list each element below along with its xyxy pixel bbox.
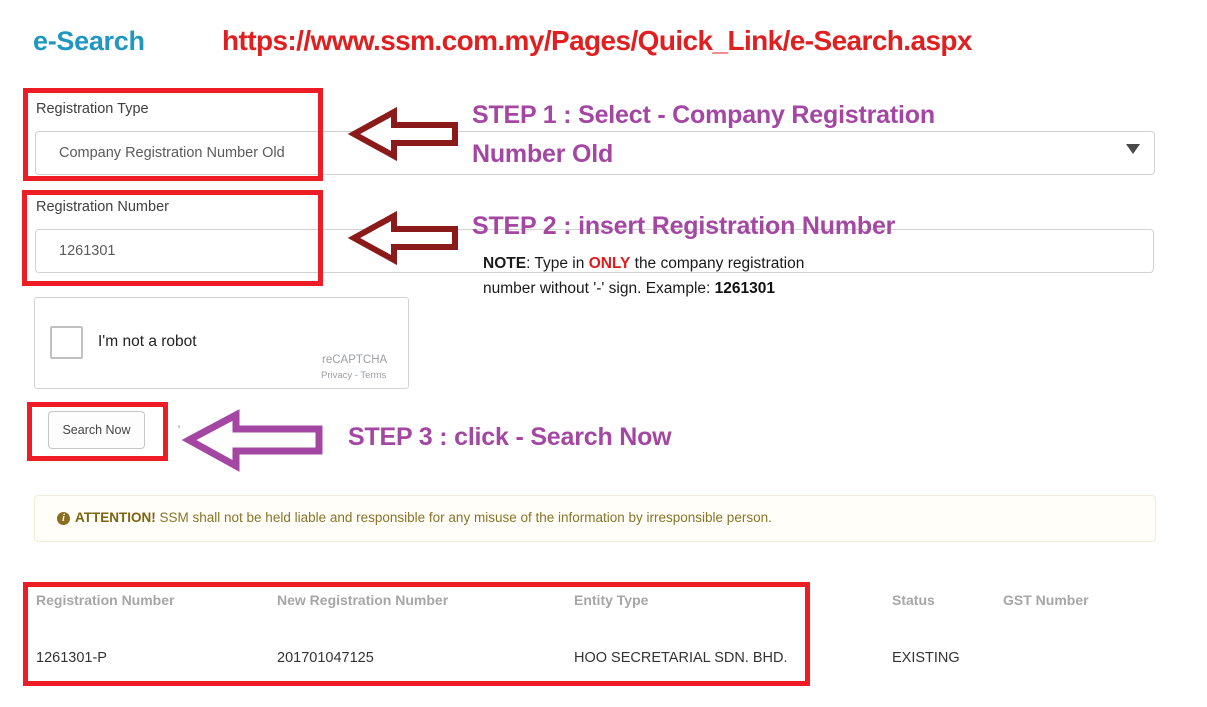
note-annotation-line1: NOTE: Type in ONLY the company registrat… <box>483 255 804 273</box>
note-line2-before: number without '-' sign. Example: <box>483 280 715 297</box>
step1-annotation-line2: Number Old <box>472 140 614 168</box>
recaptcha-legal-links[interactable]: Privacy - Terms <box>321 370 386 381</box>
step1-annotation-line1: STEP 1 : Select - Company Registration <box>472 101 935 129</box>
note-emphasis: ONLY <box>588 255 631 272</box>
stray-mark: ' <box>178 424 181 436</box>
column-header-new-registration-number: New Registration Number <box>277 592 449 608</box>
esearch-logo: e-Search <box>33 26 145 56</box>
column-header-status: Status <box>892 592 935 608</box>
arrow-step3-icon <box>181 409 323 472</box>
recaptcha-checkbox[interactable] <box>50 326 83 359</box>
info-circle-icon: i <box>57 512 70 525</box>
page-url-annotation: https://www.ssm.com.my/Pages/Quick_Link/… <box>222 25 972 56</box>
step2-annotation: STEP 2 : insert Registration Number <box>472 212 896 240</box>
note-text-after: the company registration <box>630 255 805 272</box>
table-row-cell-new-registration-number: 201701047125 <box>277 650 374 666</box>
chevron-down-icon[interactable] <box>1126 144 1140 154</box>
registration-type-label: Registration Type <box>36 101 149 117</box>
table-row-cell-status: EXISTING <box>892 650 960 666</box>
column-header-registration-number: Registration Number <box>36 592 175 608</box>
note-annotation-line2: number without '-' sign. Example: 126130… <box>483 280 775 298</box>
column-header-entity-type: Entity Type <box>574 592 649 608</box>
column-header-gst-number: GST Number <box>1003 592 1089 608</box>
attention-message: SSM shall not be held liable and respons… <box>155 510 772 525</box>
arrow-step1-icon <box>347 106 458 162</box>
recaptcha-label: I'm not a robot <box>98 333 197 350</box>
note-label: NOTE <box>483 255 527 272</box>
recaptcha-brand-text: reCAPTCHA <box>322 354 388 366</box>
note-text-before: : Type in <box>526 255 589 272</box>
step3-annotation: STEP 3 : click - Search Now <box>348 423 672 451</box>
table-row-cell-entity-type: HOO SECRETARIAL SDN. BHD. <box>574 650 788 666</box>
note-example-value: 1261301 <box>714 280 775 297</box>
registration-number-label: Registration Number <box>36 199 169 215</box>
attention-content: i ATTENTION! SSM shall not be held liable… <box>57 510 772 525</box>
table-row-cell-registration-number: 1261301-P <box>36 650 107 666</box>
attention-title: ATTENTION! <box>75 510 156 525</box>
search-now-button[interactable]: Search Now <box>48 411 145 449</box>
arrow-step2-icon <box>347 210 458 266</box>
